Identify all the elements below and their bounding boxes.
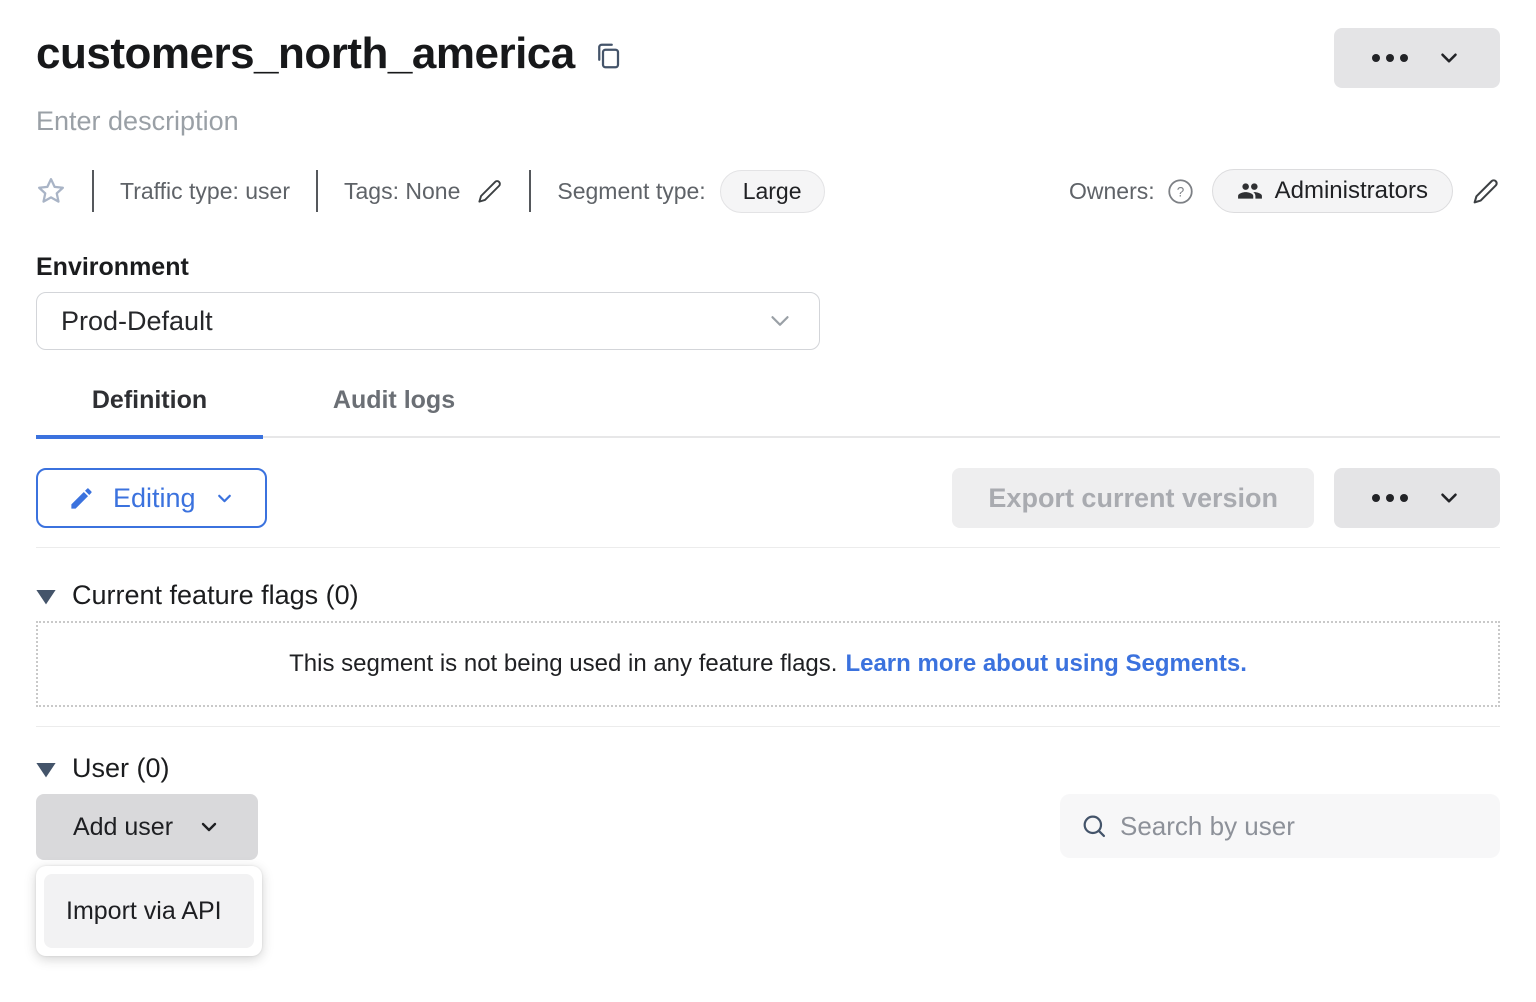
tab-definition[interactable]: Definition bbox=[36, 386, 263, 439]
editing-label: Editing bbox=[113, 483, 196, 514]
feature-flags-heading: Current feature flags (0) bbox=[72, 580, 359, 611]
chevron-down-icon bbox=[765, 306, 795, 336]
learn-more-link[interactable]: Learn more about using Segments. bbox=[845, 650, 1246, 678]
meta-row: Traffic type: user Tags: None Segment ty… bbox=[36, 169, 1500, 213]
segment-detail-page: customers_north_america Enter descriptio… bbox=[0, 0, 1536, 1002]
toolbar: Editing Export current version bbox=[36, 468, 1500, 528]
ellipsis-icon bbox=[1372, 54, 1408, 62]
feature-flags-empty-state: This segment is not being used in any fe… bbox=[36, 621, 1500, 707]
add-user-label: Add user bbox=[73, 813, 173, 842]
owners-value: Administrators bbox=[1275, 177, 1428, 205]
ellipsis-icon bbox=[1372, 494, 1408, 502]
group-icon bbox=[1237, 178, 1263, 204]
environment-selected-value: Prod-Default bbox=[61, 306, 765, 337]
environment-select[interactable]: Prod-Default bbox=[36, 292, 820, 350]
environment-label: Environment bbox=[36, 253, 1500, 282]
description-input[interactable]: Enter description bbox=[36, 106, 1500, 137]
help-icon[interactable]: ? bbox=[1167, 178, 1194, 205]
toolbar-more-button[interactable] bbox=[1334, 468, 1500, 528]
divider bbox=[529, 170, 531, 212]
pencil-icon bbox=[68, 485, 95, 512]
menu-item-import-via-api[interactable]: Import via API bbox=[44, 874, 254, 948]
search-box bbox=[1060, 794, 1500, 858]
triangle-down-icon bbox=[36, 590, 56, 606]
segment-type-badge: Large bbox=[720, 170, 825, 213]
edit-tags-icon[interactable] bbox=[476, 178, 503, 205]
chevron-down-icon bbox=[1436, 45, 1462, 71]
tags-label: Tags: None bbox=[344, 178, 460, 205]
export-current-version-button[interactable]: Export current version bbox=[952, 468, 1314, 528]
header-more-button[interactable] bbox=[1334, 28, 1500, 88]
search-by-user-input[interactable] bbox=[1120, 811, 1480, 842]
traffic-type-label: Traffic type: user bbox=[120, 178, 290, 205]
star-icon[interactable] bbox=[36, 176, 66, 206]
svg-text:?: ? bbox=[1176, 184, 1184, 199]
chevron-down-icon bbox=[214, 488, 235, 509]
segment-type-label: Segment type: bbox=[557, 178, 705, 205]
user-section-header[interactable]: User (0) bbox=[36, 753, 1500, 784]
tab-bar: Definition Audit logs bbox=[36, 386, 1500, 438]
divider bbox=[92, 170, 94, 212]
header: customers_north_america bbox=[36, 28, 1500, 88]
empty-state-text: This segment is not being used in any fe… bbox=[289, 650, 837, 678]
owners-pill[interactable]: Administrators bbox=[1212, 169, 1453, 213]
chevron-down-icon bbox=[1436, 485, 1462, 511]
add-user-wrap: Add user Import via API bbox=[36, 794, 258, 860]
search-icon bbox=[1080, 812, 1108, 840]
add-user-menu: Import via API bbox=[36, 866, 262, 956]
feature-flags-section-header[interactable]: Current feature flags (0) bbox=[36, 580, 1500, 611]
edit-owners-icon[interactable] bbox=[1471, 177, 1500, 206]
divider bbox=[36, 726, 1500, 727]
chevron-down-icon bbox=[197, 815, 221, 839]
copy-icon[interactable] bbox=[593, 41, 623, 71]
triangle-down-icon bbox=[36, 763, 56, 779]
tab-audit-logs[interactable]: Audit logs bbox=[263, 386, 525, 439]
user-heading: User (0) bbox=[72, 753, 170, 784]
page-title: customers_north_america bbox=[36, 28, 575, 81]
add-user-button[interactable]: Add user bbox=[36, 794, 258, 860]
divider bbox=[36, 547, 1500, 548]
owners-label: Owners: bbox=[1069, 178, 1155, 205]
editing-status-button[interactable]: Editing bbox=[36, 468, 267, 528]
user-row: Add user Import via API bbox=[36, 794, 1500, 860]
divider bbox=[316, 170, 318, 212]
title-wrap: customers_north_america bbox=[36, 28, 623, 81]
